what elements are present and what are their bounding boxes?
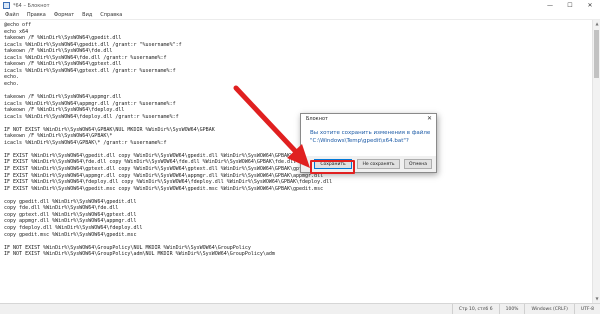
status-zoom: 100% bbox=[498, 303, 525, 314]
save-button-highlight-box bbox=[310, 160, 355, 174]
close-icon[interactable]: ✕ bbox=[580, 0, 600, 11]
maximize-icon[interactable]: ☐ bbox=[560, 0, 580, 11]
notepad-app-icon bbox=[3, 2, 10, 9]
dont-save-button[interactable]: Не сохранять bbox=[357, 159, 400, 169]
window-controls: — ☐ ✕ bbox=[540, 0, 600, 11]
menu-file[interactable]: Файл bbox=[5, 12, 19, 18]
scroll-up-icon[interactable]: ▲ bbox=[593, 20, 600, 28]
status-line-endings: Windows (CRLF) bbox=[524, 303, 573, 314]
menu-format[interactable]: Формат bbox=[54, 12, 74, 18]
status-bar: Стр 10, стлб 6 100% Windows (CRLF) UTF-8 bbox=[0, 303, 600, 314]
minimize-icon[interactable]: — bbox=[540, 0, 560, 11]
scroll-down-icon[interactable]: ▼ bbox=[593, 295, 600, 303]
window-title: *64 – Блокнот bbox=[13, 2, 50, 9]
menu-view[interactable]: Вид bbox=[82, 12, 92, 18]
title-bar: *64 – Блокнот — ☐ ✕ bbox=[0, 0, 600, 11]
menu-help[interactable]: Справка bbox=[100, 12, 122, 18]
vertical-scrollbar[interactable]: ▲ ▼ bbox=[592, 20, 600, 303]
cancel-button[interactable]: Отмена bbox=[404, 159, 432, 169]
status-cursor-position: Стр 10, стлб 6 bbox=[451, 303, 499, 314]
dialog-title: Блокнот bbox=[306, 116, 328, 122]
scrollbar-thumb[interactable] bbox=[594, 30, 599, 78]
dialog-close-icon[interactable]: ✕ bbox=[427, 115, 432, 122]
menu-edit[interactable]: Правка bbox=[27, 12, 46, 18]
menu-bar: Файл Правка Формат Вид Справка bbox=[0, 11, 600, 20]
dialog-message: Вы хотите сохранить изменения в файле "C… bbox=[310, 130, 431, 144]
status-encoding: UTF-8 bbox=[573, 303, 600, 314]
text-editor[interactable]: @echo off echo x64 takeown /F %WinDir%\Sys… bbox=[0, 20, 592, 303]
code-line: IF NOT EXIST %WinDir%\SysWOW64\GroupPoli… bbox=[4, 251, 275, 258]
